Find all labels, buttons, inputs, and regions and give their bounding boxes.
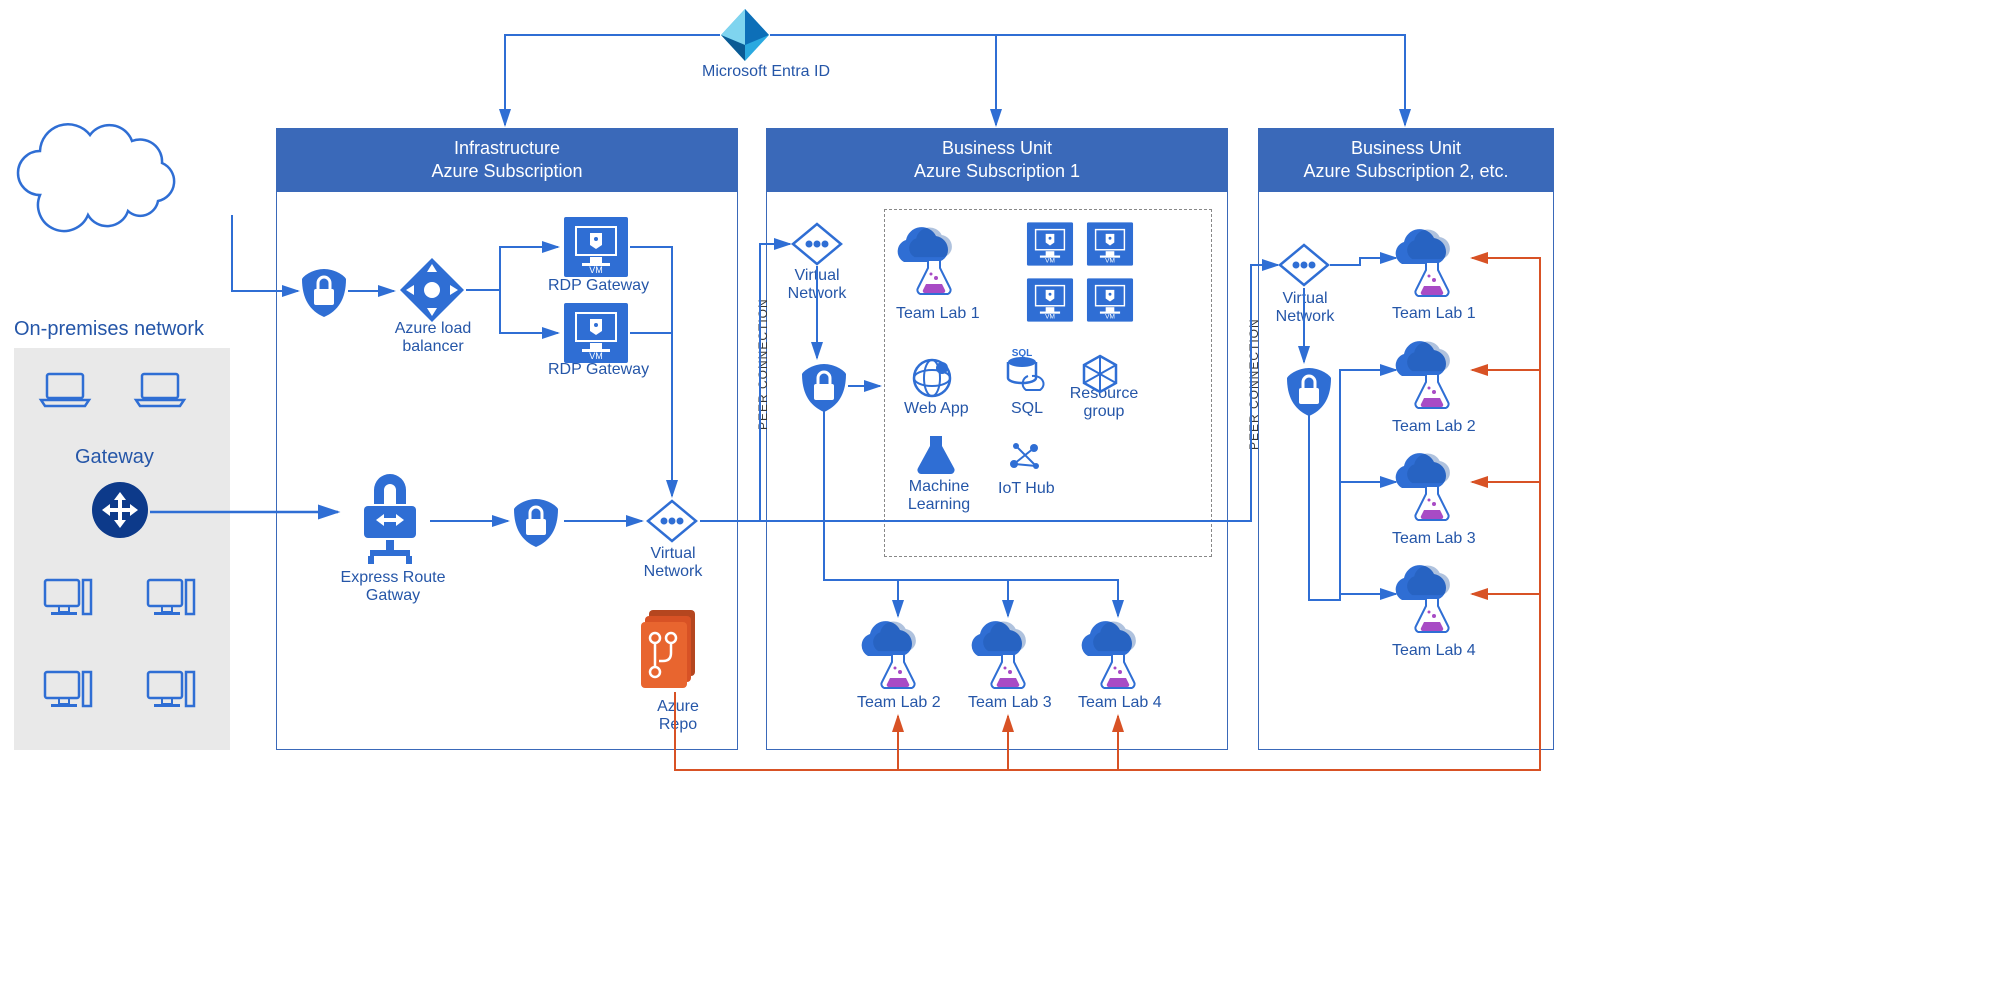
repo-label: Azure Repo (648, 698, 708, 734)
onprem-title: On-premises network (14, 318, 204, 341)
sql-label: SQL (1007, 400, 1047, 418)
bu2-lab3-label: Team Lab 3 (1392, 530, 1476, 548)
gateway-label: Gateway (75, 446, 154, 469)
bu1-peer-label: PEER CONNECTION (756, 298, 770, 430)
ml-label: Machine Learning (904, 478, 974, 514)
bu2-title1: Business Unit (1259, 137, 1553, 160)
bu1-vnet-label: Virtual Network (785, 267, 849, 303)
bu2-vnet-label: Virtual Network (1273, 290, 1337, 326)
entra-connectors (505, 35, 1405, 125)
rdp1-label: RDP Gateway (548, 277, 649, 295)
rg-label: Resource group (1064, 385, 1144, 421)
rdp2-label: RDP Gateway (548, 361, 649, 379)
infra-title1: Infrastructure (277, 137, 737, 160)
bu2-title2: Azure Subscription 2, etc. (1259, 160, 1553, 183)
infra-vnet-label: Virtual Network (638, 545, 708, 581)
entra-icon (721, 9, 769, 61)
bu1-header: Business Unit Azure Subscription 1 (767, 129, 1227, 192)
bu2-header: Business Unit Azure Subscription 2, etc. (1259, 129, 1553, 192)
webapp-label: Web App (904, 400, 969, 418)
entra-label: Microsoft Entra ID (686, 63, 846, 81)
infra-box: Infrastructure Azure Subscription (276, 128, 738, 750)
bu2-peer-label: PEER CONNECTION (1247, 318, 1261, 450)
lb-label: Azure load balancer (383, 320, 483, 356)
internet-label: Internet (75, 172, 143, 195)
erg-label: Express Route Gatway (333, 569, 453, 605)
bu1-title1: Business Unit (767, 137, 1227, 160)
bu2-lab2-label: Team Lab 2 (1392, 418, 1476, 436)
bu1-lab1-label: Team Lab 1 (896, 305, 980, 323)
bu1-lab3-label: Team Lab 3 (968, 694, 1052, 712)
bu1-lab4-label: Team Lab 4 (1078, 694, 1162, 712)
infra-title2: Azure Subscription (277, 160, 737, 183)
iot-label: IoT Hub (998, 480, 1055, 498)
bu1-title2: Azure Subscription 1 (767, 160, 1227, 183)
bu2-lab4-label: Team Lab 4 (1392, 642, 1476, 660)
bu1-lab2-label: Team Lab 2 (857, 694, 941, 712)
bu2-lab1-label: Team Lab 1 (1392, 305, 1476, 323)
onprem-box (14, 348, 230, 750)
infra-header: Infrastructure Azure Subscription (277, 129, 737, 192)
